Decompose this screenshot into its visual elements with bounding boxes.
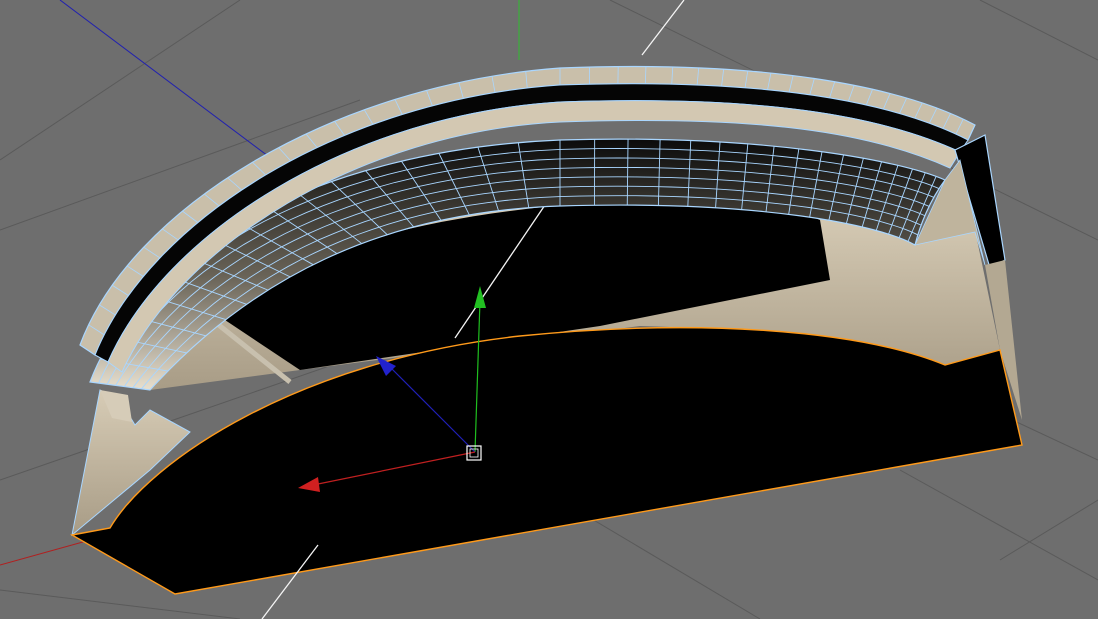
viewport-canvas[interactable]: [0, 0, 1098, 619]
view-guide-line: [641, 0, 685, 56]
world-axis-z: [59, 0, 301, 181]
world-axis-x: [0, 539, 91, 566]
3d-viewport[interactable]: [0, 0, 1098, 619]
